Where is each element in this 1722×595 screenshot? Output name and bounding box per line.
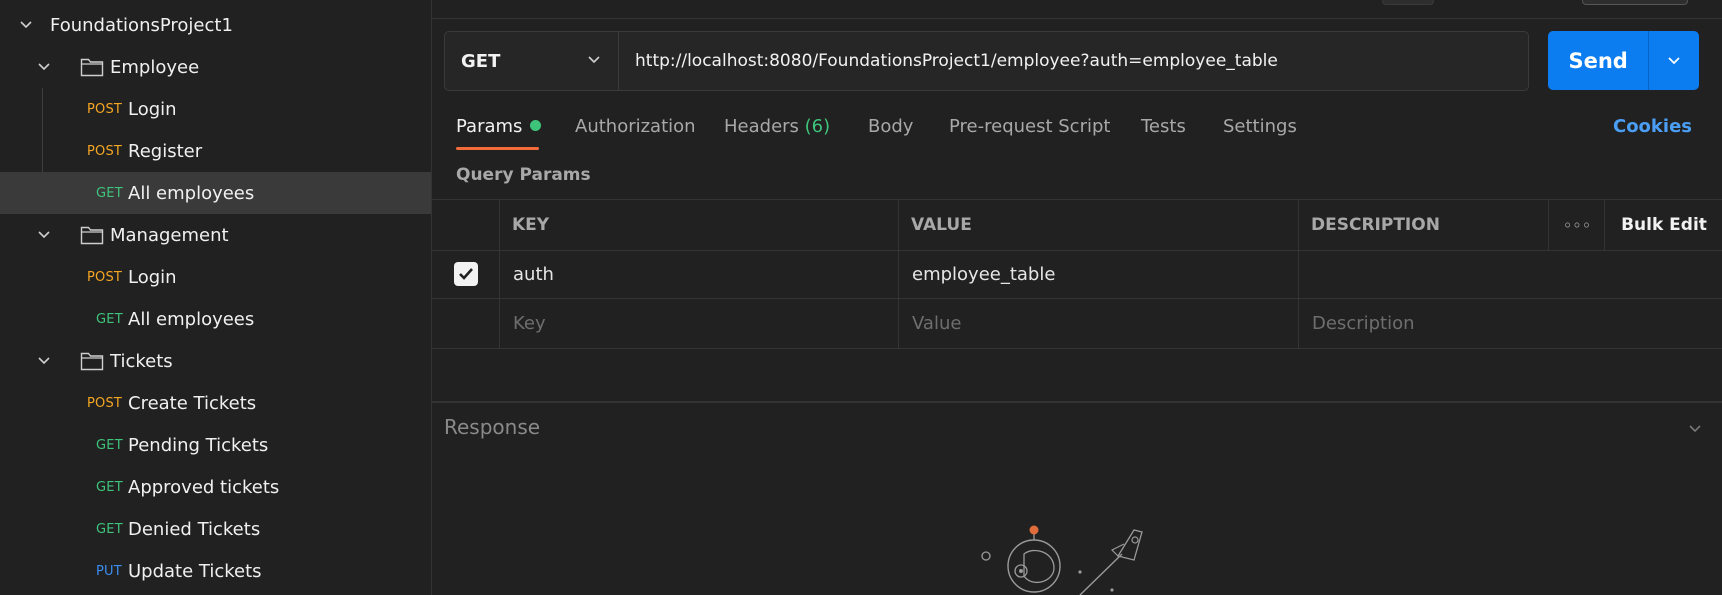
method-select-value: GET: [461, 50, 501, 72]
request-item[interactable]: POST Login: [0, 88, 431, 130]
method-badge: GET: [96, 311, 123, 327]
more-options-button[interactable]: ◦◦◦: [1548, 200, 1605, 250]
top-strip: [432, 0, 1722, 19]
request-tabs: Params Authorization Headers (6) Body Pr…: [432, 108, 1722, 152]
url-input[interactable]: [619, 32, 1528, 90]
folder-icon: [80, 352, 104, 371]
send-options-button[interactable]: [1649, 31, 1699, 90]
method-badge: POST: [87, 143, 123, 159]
column-header-key: KEY: [512, 215, 550, 235]
method-badge: GET: [96, 479, 123, 495]
cookies-link[interactable]: Cookies: [1613, 116, 1692, 137]
collection-item[interactable]: FoundationsProject1: [0, 4, 431, 46]
param-enabled-checkbox[interactable]: [453, 262, 478, 286]
chevron-down-icon[interactable]: [1686, 420, 1704, 438]
folder-name: Management: [110, 224, 229, 246]
request-item[interactable]: GET Denied Tickets: [0, 508, 431, 550]
response-title: Response: [444, 415, 541, 439]
request-item[interactable]: GET Approved tickets: [0, 466, 431, 508]
request-item[interactable]: POST Login: [0, 256, 431, 298]
chevron-down-icon: [588, 56, 600, 64]
chevron-down-icon[interactable]: [17, 16, 35, 34]
param-key: auth: [513, 263, 554, 285]
collections-sidebar: FoundationsProject1 Employee POST Login …: [0, 0, 432, 595]
param-value: employee_table: [912, 263, 1056, 285]
send-button[interactable]: Send: [1548, 31, 1650, 90]
tab-tests[interactable]: Tests: [1141, 116, 1186, 137]
new-value-input[interactable]: Value: [898, 299, 1311, 348]
chevron-down-icon[interactable]: [35, 58, 53, 76]
request-item[interactable]: GET All employees: [0, 298, 431, 340]
request-editor: GET Send Params Authorization Headers (6…: [432, 0, 1722, 595]
request-item[interactable]: POST Create Tickets: [0, 382, 431, 424]
headers-count: (6): [804, 116, 831, 137]
method-badge: GET: [96, 521, 123, 537]
request-name: All employees: [128, 308, 255, 330]
new-key-input[interactable]: Key: [499, 299, 912, 348]
table-row: auth employee_table: [432, 250, 1722, 299]
request-name: Approved tickets: [128, 476, 280, 498]
param-description[interactable]: [1298, 250, 1722, 298]
tab-params[interactable]: Params: [456, 116, 542, 137]
collection-name: FoundationsProject1: [50, 14, 233, 36]
bulk-edit-button[interactable]: Bulk Edit: [1604, 200, 1722, 250]
toolbar-control[interactable]: [1382, 0, 1434, 5]
checkmark-icon: [458, 268, 473, 280]
folder-icon: [80, 58, 104, 77]
method-badge: POST: [87, 395, 123, 411]
tab-pre-request-script[interactable]: Pre-request Script: [949, 116, 1110, 137]
folder-item-management[interactable]: Management: [0, 214, 431, 256]
params-active-dot: [530, 120, 542, 131]
folder-icon: [80, 226, 104, 245]
request-name: All employees: [128, 182, 255, 204]
tab-label: Headers: [724, 116, 799, 137]
column-header-description: DESCRIPTION: [1311, 215, 1440, 235]
tab-authorization[interactable]: Authorization: [575, 116, 696, 137]
method-badge: GET: [96, 437, 123, 453]
method-select[interactable]: GET: [445, 32, 619, 90]
request-name: Login: [128, 266, 177, 288]
request-name: Login: [128, 98, 177, 120]
chevron-down-icon: [1668, 56, 1680, 64]
send-button-group: Send: [1548, 31, 1699, 90]
method-badge: POST: [87, 101, 123, 117]
method-badge: GET: [96, 185, 123, 201]
folder-name: Employee: [110, 56, 200, 78]
request-item[interactable]: POST Register: [0, 130, 431, 172]
request-name: Register: [128, 140, 203, 162]
chevron-down-icon[interactable]: [35, 226, 53, 244]
active-tab-indicator: [456, 147, 539, 150]
new-description-input[interactable]: Description: [1298, 299, 1722, 348]
request-name: Create Tickets: [128, 392, 257, 414]
request-bar: GET: [444, 31, 1529, 91]
request-item[interactable]: GET Pending Tickets: [0, 424, 431, 466]
table-row-empty: Key Value Description: [432, 299, 1722, 349]
request-name: Pending Tickets: [128, 434, 269, 456]
chevron-down-icon[interactable]: [35, 352, 53, 370]
tab-body[interactable]: Body: [868, 116, 913, 137]
query-params-heading: Query Params: [456, 165, 591, 185]
folder-item-tickets[interactable]: Tickets: [0, 340, 431, 382]
response-divider[interactable]: [432, 401, 1722, 403]
request-name: Denied Tickets: [128, 518, 261, 540]
table-header-row: KEY VALUE DESCRIPTION ◦◦◦ Bulk Edit: [432, 199, 1722, 251]
request-item[interactable]: PUT Update Tickets: [0, 550, 431, 592]
request-item-selected[interactable]: GET All employees: [0, 172, 431, 214]
astronaut-illustration: [981, 525, 1143, 595]
tab-headers[interactable]: Headers (6): [724, 116, 830, 137]
toolbar-control[interactable]: [1582, 0, 1688, 5]
tab-label: Params: [456, 116, 523, 137]
folder-item-employee[interactable]: Employee: [0, 46, 431, 88]
tab-settings[interactable]: Settings: [1223, 116, 1297, 137]
method-badge: POST: [87, 269, 123, 285]
method-badge: PUT: [96, 563, 122, 579]
column-header-value: VALUE: [911, 215, 972, 235]
request-name: Update Tickets: [128, 560, 262, 582]
folder-name: Tickets: [110, 350, 173, 372]
